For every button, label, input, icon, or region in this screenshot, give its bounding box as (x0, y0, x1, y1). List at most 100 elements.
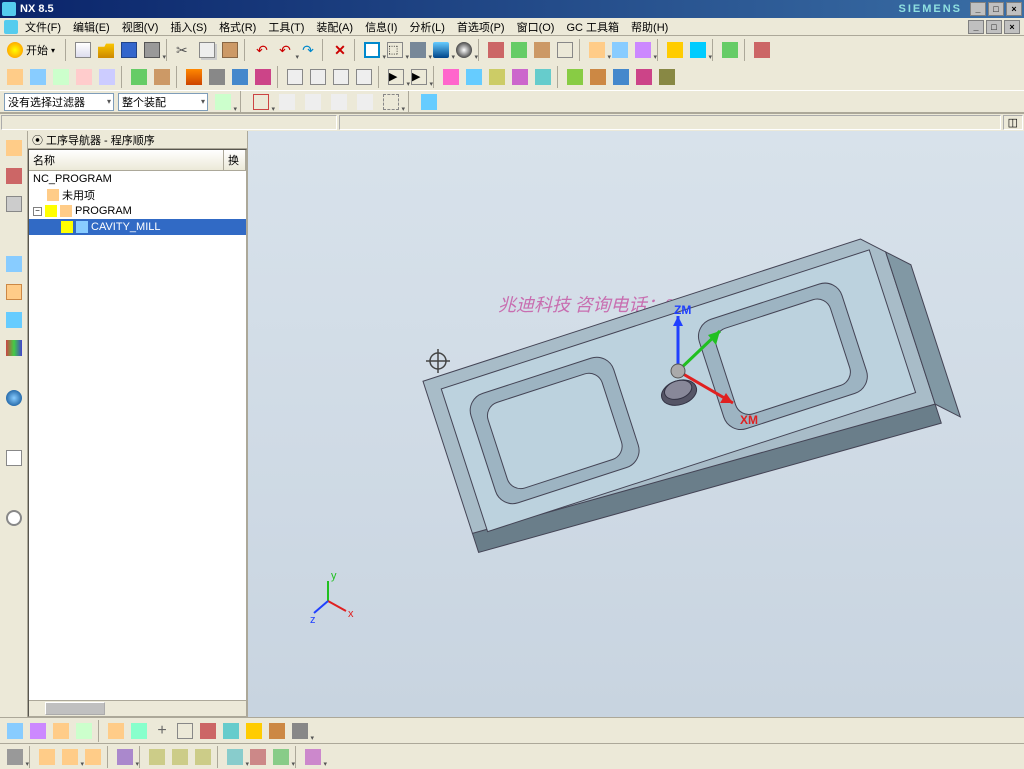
shop-doc-button[interactable] (252, 66, 274, 88)
snap-btn-d[interactable] (73, 720, 95, 742)
create-geometry-button[interactable] (50, 66, 72, 88)
menu-analysis[interactable]: 分析(L) (404, 18, 449, 36)
tb2-k[interactable] (532, 66, 554, 88)
shade-button[interactable] (453, 39, 475, 61)
snap-btn-b[interactable] (27, 720, 49, 742)
replay-button[interactable] (151, 66, 173, 88)
filter-btn-h[interactable] (418, 91, 440, 113)
resource-history[interactable] (2, 445, 26, 471)
save-button[interactable] (118, 39, 140, 61)
tb2-d[interactable] (353, 66, 375, 88)
redo-button[interactable]: ↷ (297, 39, 319, 61)
filter-btn-c[interactable] (276, 91, 298, 113)
snap-btn-a[interactable] (4, 720, 26, 742)
undo-button[interactable]: ↶ (251, 39, 273, 61)
menu-format[interactable]: 格式(R) (214, 18, 261, 36)
view-btn-e[interactable] (114, 746, 136, 768)
tb-btn-a[interactable] (485, 39, 507, 61)
snap-btn-l[interactable] (266, 720, 288, 742)
snap-btn-i[interactable] (197, 720, 219, 742)
minimize-button[interactable]: _ (970, 2, 986, 16)
tb2-c[interactable] (330, 66, 352, 88)
view-btn-a[interactable] (4, 746, 26, 768)
create-operation-button[interactable] (96, 66, 118, 88)
tb2-o[interactable] (633, 66, 655, 88)
snap-btn-c[interactable] (50, 720, 72, 742)
snap-btn-h[interactable] (174, 720, 196, 742)
create-tool-button[interactable] (27, 66, 49, 88)
close-button[interactable]: × (1006, 2, 1022, 16)
tb2-b[interactable] (307, 66, 329, 88)
undo-list-button[interactable]: ↶ (274, 39, 296, 61)
filter-btn-f[interactable] (354, 91, 376, 113)
tb2-a[interactable] (284, 66, 306, 88)
filter-btn-e[interactable] (328, 91, 350, 113)
start-button[interactable]: 开始 ▾ (4, 39, 62, 61)
create-method-button[interactable] (73, 66, 95, 88)
navigator-tree[interactable]: 名称 换 NC_PROGRAM 未用项 − PROGRAM CAV (28, 149, 247, 717)
window-button[interactable] (361, 39, 383, 61)
resource-library[interactable] (2, 335, 26, 361)
menu-insert[interactable]: 插入(S) (165, 18, 212, 36)
resource-part-nav[interactable] (2, 191, 26, 217)
menu-help[interactable]: 帮助(H) (626, 18, 673, 36)
tb-btn-k[interactable] (751, 39, 773, 61)
wcs-button[interactable] (430, 39, 452, 61)
view-btn-k[interactable] (270, 746, 292, 768)
navigator-hscroll[interactable] (29, 700, 246, 716)
view-btn-c[interactable] (59, 746, 81, 768)
new-button[interactable] (72, 39, 94, 61)
snap-btn-k[interactable] (243, 720, 265, 742)
view-btn-f[interactable] (146, 746, 168, 768)
tb2-l[interactable] (564, 66, 586, 88)
tb-btn-g[interactable] (632, 39, 654, 61)
cut-button[interactable]: ✂ (173, 39, 195, 61)
snap-btn-f[interactable] (128, 720, 150, 742)
col-change[interactable]: 换 (224, 150, 246, 170)
tree-row-cavity-mill[interactable]: CAVITY_MILL (29, 219, 246, 235)
view-btn-i[interactable] (224, 746, 246, 768)
snap-btn-m[interactable] (289, 720, 311, 742)
resource-clock[interactable] (2, 505, 26, 531)
tb2-n[interactable] (610, 66, 632, 88)
open-button[interactable] (95, 39, 117, 61)
resource-machine-nav[interactable] (2, 163, 26, 189)
tb2-m[interactable] (587, 66, 609, 88)
tree-row-program[interactable]: − PROGRAM (29, 203, 246, 219)
resource-operation-nav[interactable] (2, 135, 26, 161)
generate-button[interactable] (128, 66, 150, 88)
menu-assemblies[interactable]: 装配(A) (311, 18, 358, 36)
menu-info[interactable]: 信息(I) (360, 18, 402, 36)
filter-btn-d[interactable] (302, 91, 324, 113)
tb2-e[interactable]: ▶ (385, 66, 407, 88)
tb-btn-b[interactable] (508, 39, 530, 61)
print-button[interactable] (141, 39, 163, 61)
view-btn-b[interactable] (36, 746, 58, 768)
delete-button[interactable]: ✕ (329, 39, 351, 61)
tb2-p[interactable] (656, 66, 678, 88)
pin-icon[interactable]: ⦿ (32, 132, 43, 148)
resource-reuse[interactable] (2, 307, 26, 333)
paste-button[interactable] (219, 39, 241, 61)
tb-btn-d[interactable] (554, 39, 576, 61)
menu-view[interactable]: 视图(V) (117, 18, 164, 36)
menu-file[interactable]: 文件(F) (20, 18, 66, 36)
view-btn-g[interactable] (169, 746, 191, 768)
filter-btn-g[interactable] (380, 91, 402, 113)
mdi-restore-button[interactable]: □ (986, 20, 1002, 34)
view-btn-j[interactable] (247, 746, 269, 768)
menu-window[interactable]: 窗口(O) (512, 18, 560, 36)
tb-btn-i[interactable] (687, 39, 709, 61)
view-btn-d[interactable] (82, 746, 104, 768)
selection-scope-combo[interactable]: 整个装配 (118, 93, 208, 111)
maximize-button[interactable]: □ (988, 2, 1004, 16)
tree-row-unused[interactable]: 未用项 (29, 187, 246, 203)
render-button[interactable] (407, 39, 429, 61)
mdi-close-button[interactable]: × (1004, 20, 1020, 34)
graphics-viewport[interactable]: 兆迪科技 咨询电话：010-82176248 (248, 131, 1024, 717)
menu-edit[interactable]: 编辑(E) (68, 18, 115, 36)
snap-btn-g[interactable]: + (151, 720, 173, 742)
resource-internet[interactable] (2, 385, 26, 411)
tb-btn-h[interactable] (664, 39, 686, 61)
selection-filter-combo[interactable]: 没有选择过滤器 (4, 93, 114, 111)
